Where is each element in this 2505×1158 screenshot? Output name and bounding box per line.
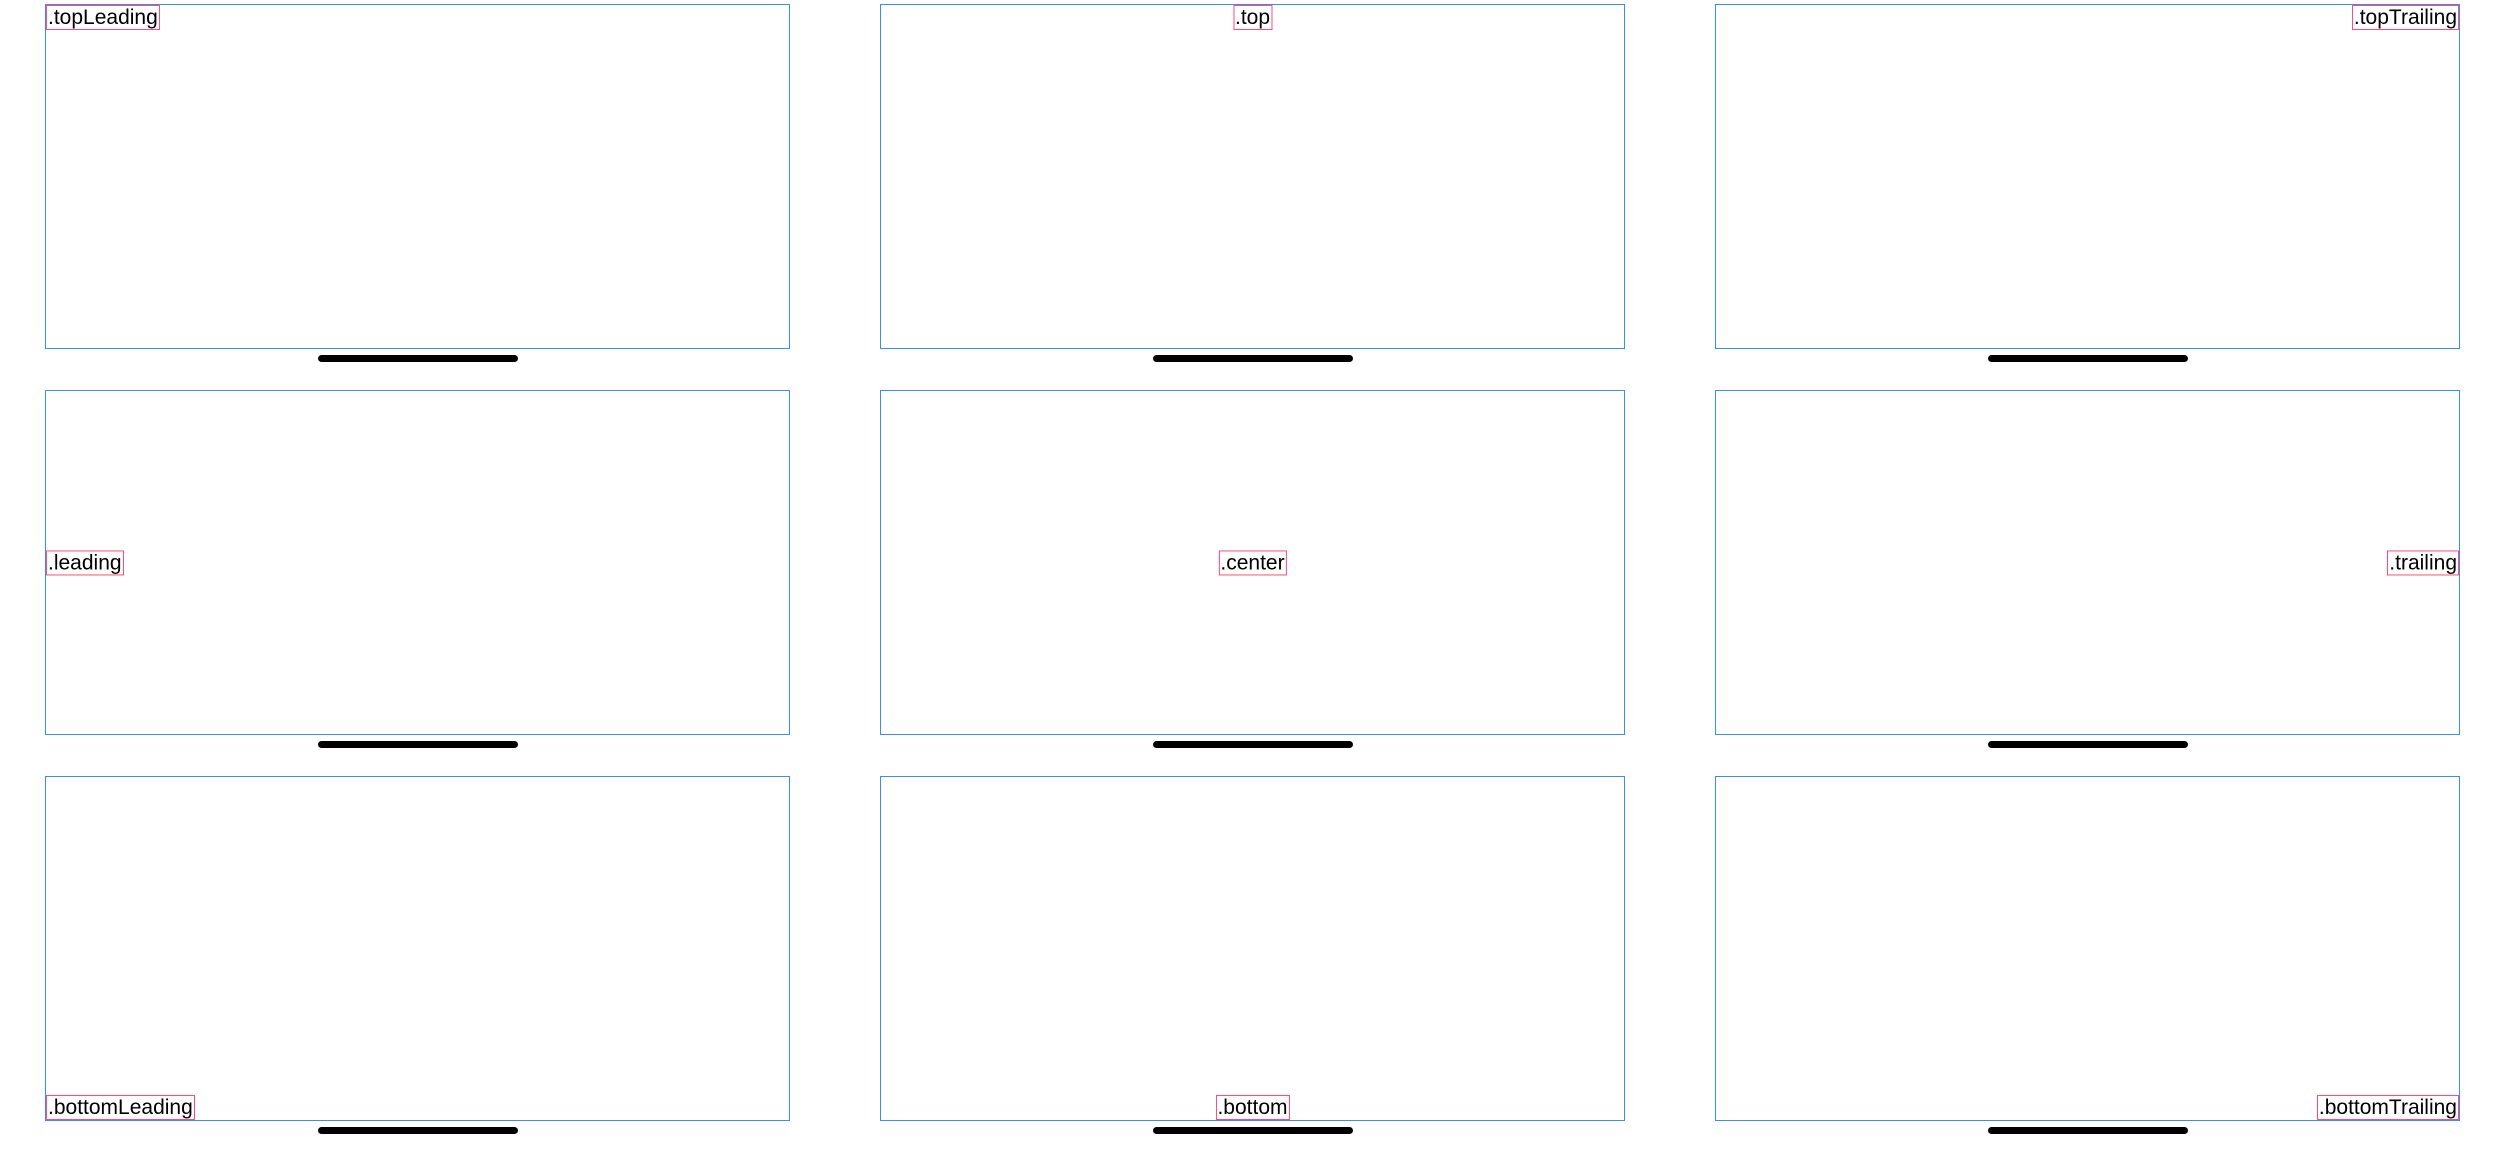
cell-center: .center <box>835 386 1670 772</box>
cell-bottomLeading: .bottomLeading <box>0 772 835 1158</box>
cell-leading: .leading <box>0 386 835 772</box>
zstack-frame: .trailing <box>1715 390 2460 735</box>
alignment-label: .topTrailing <box>2352 5 2459 30</box>
home-indicator-icon <box>1153 355 1353 362</box>
zstack-frame: .center <box>880 390 1625 735</box>
alignment-grid: .topLeading .top .topTrailing .leading .… <box>0 0 2505 1158</box>
alignment-label: .bottom <box>1215 1095 1289 1120</box>
home-indicator-icon <box>1988 1127 2188 1134</box>
alignment-label: .center <box>1218 550 1286 575</box>
zstack-frame: .bottom <box>880 776 1625 1121</box>
cell-trailing: .trailing <box>1670 386 2505 772</box>
cell-topTrailing: .topTrailing <box>1670 0 2505 386</box>
zstack-frame: .bottomLeading <box>45 776 790 1121</box>
home-indicator-icon <box>318 741 518 748</box>
alignment-label: .topLeading <box>46 5 160 30</box>
home-indicator-icon <box>1153 1127 1353 1134</box>
alignment-label: .top <box>1233 5 1272 30</box>
home-indicator-icon <box>1988 741 2188 748</box>
home-indicator-icon <box>318 355 518 362</box>
zstack-frame: .topLeading <box>45 4 790 349</box>
zstack-frame: .leading <box>45 390 790 735</box>
alignment-label: .leading <box>46 550 124 575</box>
home-indicator-icon <box>318 1127 518 1134</box>
alignment-label: .trailing <box>2387 550 2459 575</box>
zstack-frame: .bottomTrailing <box>1715 776 2460 1121</box>
alignment-label: .bottomLeading <box>46 1095 195 1120</box>
cell-topLeading: .topLeading <box>0 0 835 386</box>
cell-top: .top <box>835 0 1670 386</box>
zstack-frame: .topTrailing <box>1715 4 2460 349</box>
alignment-label: .bottomTrailing <box>2317 1095 2459 1120</box>
cell-bottomTrailing: .bottomTrailing <box>1670 772 2505 1158</box>
cell-bottom: .bottom <box>835 772 1670 1158</box>
home-indicator-icon <box>1153 741 1353 748</box>
home-indicator-icon <box>1988 355 2188 362</box>
zstack-frame: .top <box>880 4 1625 349</box>
